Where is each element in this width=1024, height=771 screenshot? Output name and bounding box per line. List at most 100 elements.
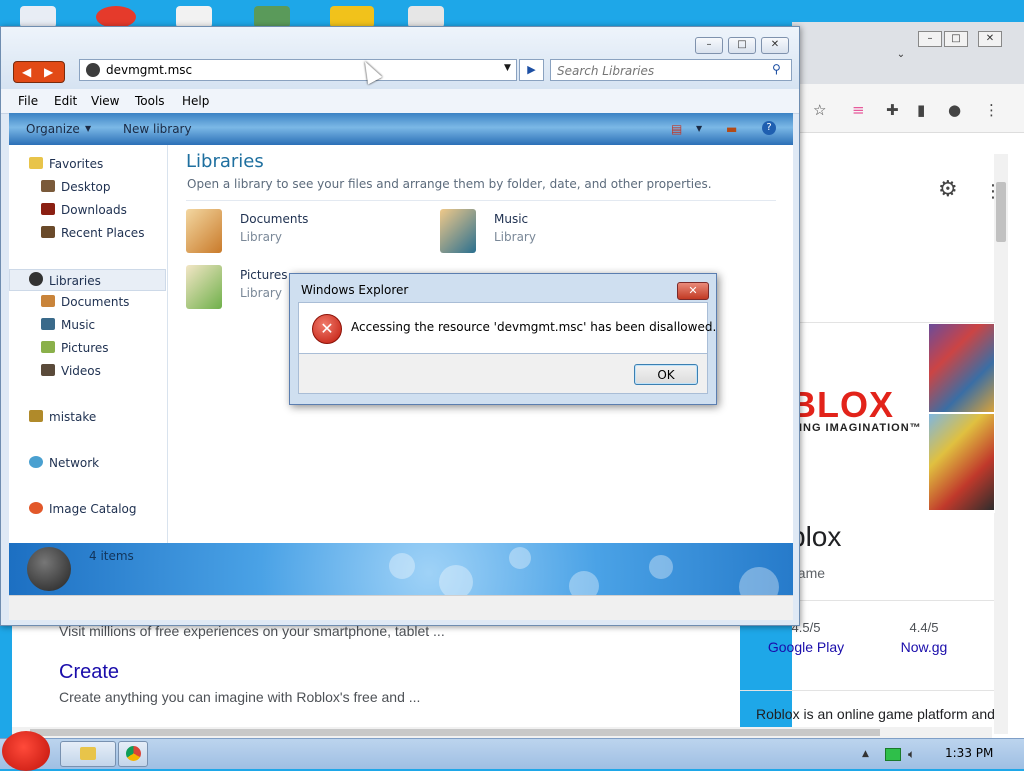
forward-arrow-icon[interactable]: ▶ xyxy=(44,65,53,79)
library-name: Documents xyxy=(240,212,309,226)
menu-file[interactable]: File xyxy=(18,94,38,108)
view-options-icon[interactable]: ▤ xyxy=(671,122,682,136)
menu-help[interactable]: Help xyxy=(182,94,209,108)
horizontal-scroll-thumb[interactable] xyxy=(30,729,880,736)
back-forward-buttons[interactable]: ◀ ▶ xyxy=(13,61,65,83)
view-dropdown-icon[interactable]: ▼ xyxy=(696,124,702,133)
chrome-menu-icon[interactable]: ⋮ xyxy=(984,102,999,118)
taskbar-chrome-button[interactable] xyxy=(118,741,148,767)
roblox-image-2[interactable] xyxy=(929,414,994,510)
nav-label: mistake xyxy=(49,410,97,424)
nav-label: Downloads xyxy=(61,203,127,217)
network-tray-icon[interactable] xyxy=(885,748,901,761)
address-text[interactable]: devmgmt.msc xyxy=(106,63,192,77)
new-library-button[interactable]: New library xyxy=(123,122,192,136)
items-count: 4 items xyxy=(89,549,134,563)
address-dropdown-icon[interactable]: ▼ xyxy=(504,63,511,73)
nav-favorites[interactable]: Favorites xyxy=(29,157,103,171)
search-box[interactable]: ⚲ xyxy=(550,59,792,81)
close-button[interactable]: ✕ xyxy=(761,37,789,54)
side-panel-icon[interactable]: ▮ xyxy=(917,102,925,118)
status-bar xyxy=(9,595,793,620)
roblox-image-1[interactable] xyxy=(929,324,994,412)
show-hidden-icons[interactable]: ▲ xyxy=(862,747,869,761)
puzzle-icon[interactable]: ✚ xyxy=(886,102,899,118)
menu-bar: File Edit View Tools Help xyxy=(1,89,799,114)
nav-music[interactable]: Music xyxy=(41,318,95,332)
rating-score: 4.4/5 xyxy=(909,620,939,635)
shield-desktop-icon[interactable] xyxy=(254,6,290,28)
library-documents[interactable]: Documents Library xyxy=(186,207,426,257)
chrome-dropdown-icon[interactable]: ⌄ xyxy=(890,48,912,62)
page-title: Libraries xyxy=(186,151,264,172)
back-arrow-icon[interactable]: ◀ xyxy=(22,65,31,79)
minimize-button[interactable]: – xyxy=(695,37,723,54)
folder-icon xyxy=(80,747,96,760)
settings-gear-icon[interactable]: ⚙ xyxy=(938,179,958,201)
chrome-maximize-button[interactable]: □ xyxy=(944,31,968,47)
menu-tools[interactable]: Tools xyxy=(135,94,165,108)
chrome-desktop-icon[interactable] xyxy=(96,6,136,28)
library-music[interactable]: Music Library xyxy=(440,207,680,257)
chrome-scroll-thumb[interactable] xyxy=(996,182,1006,242)
volume-icon[interactable]: 🔈︎ xyxy=(908,747,915,761)
rating-source-link[interactable]: Now.gg xyxy=(879,639,969,655)
clock[interactable]: 1:33 PM xyxy=(945,746,993,760)
nav-libraries[interactable]: Libraries xyxy=(29,272,101,288)
extension-flag-icon[interactable]: ≡ xyxy=(852,102,865,118)
nav-documents[interactable]: Documents xyxy=(41,295,129,309)
bookmark-star-icon[interactable]: ☆ xyxy=(813,102,826,118)
library-type: Library xyxy=(494,230,536,244)
search-input[interactable] xyxy=(555,61,769,81)
nav-recent-places[interactable]: Recent Places xyxy=(41,226,144,240)
desktop-icon-5[interactable] xyxy=(330,6,374,28)
nav-label: Libraries xyxy=(49,274,101,288)
nav-desktop[interactable]: Desktop xyxy=(41,180,111,194)
result-snippet: Create anything you can imagine with Rob… xyxy=(59,689,421,705)
dialog-body: ✕ Accessing the resource 'devmgmt.msc' h… xyxy=(298,302,716,354)
address-bar[interactable]: devmgmt.msc ▼ xyxy=(79,59,517,81)
rating-source-link[interactable]: Google Play xyxy=(761,639,851,655)
header-divider xyxy=(186,200,776,201)
organize-dropdown-icon[interactable]: ▼ xyxy=(85,124,91,133)
go-arrow-icon[interactable]: ▶ xyxy=(519,59,544,81)
pictures-library-icon xyxy=(186,265,222,309)
nav-label: Music xyxy=(61,318,96,332)
nav-videos[interactable]: Videos xyxy=(41,364,101,378)
library-type: Library xyxy=(240,230,282,244)
nav-downloads[interactable]: Downloads xyxy=(41,203,127,217)
help-icon[interactable]: ? xyxy=(762,121,776,135)
nav-label: Recent Places xyxy=(61,226,145,240)
organize-button[interactable]: Organize xyxy=(26,122,80,136)
chrome-minimize-button[interactable]: – xyxy=(918,31,942,47)
desktop-icon-3[interactable] xyxy=(176,6,212,28)
library-name: Music xyxy=(494,212,529,226)
decor-bubble xyxy=(509,547,531,569)
taskbar: ▲ 🔈︎ 1:33 PM xyxy=(0,731,1024,771)
result-link-create[interactable]: Create xyxy=(59,661,119,684)
desktop-icon-6[interactable] xyxy=(408,6,444,28)
nav-mistake[interactable]: mistake xyxy=(29,410,96,424)
desktop-icon-1[interactable] xyxy=(20,6,56,28)
dialog-close-button[interactable]: ✕ xyxy=(677,282,709,300)
library-name: Pictures xyxy=(240,268,288,282)
page-description: Open a library to see your files and arr… xyxy=(187,177,712,191)
dialog-message: Accessing the resource 'devmgmt.msc' has… xyxy=(351,320,717,334)
menu-edit[interactable]: Edit xyxy=(54,94,77,108)
maximize-button[interactable]: □ xyxy=(728,37,756,54)
preview-pane-icon[interactable]: ▬ xyxy=(726,122,737,136)
start-button-angry-bird-icon[interactable] xyxy=(2,731,50,771)
nav-label: Network xyxy=(49,456,100,470)
nav-image-catalog[interactable]: Image Catalog xyxy=(29,502,136,516)
nav-pictures[interactable]: Pictures xyxy=(41,341,109,355)
search-icon[interactable]: ⚲ xyxy=(772,62,781,76)
nav-network[interactable]: Network xyxy=(29,456,99,470)
decor-bubble xyxy=(649,555,673,579)
profile-avatar-icon[interactable]: ● xyxy=(948,102,961,118)
ok-button[interactable]: OK xyxy=(634,364,698,385)
chrome-close-button[interactable]: ✕ xyxy=(978,31,1002,47)
menu-view[interactable]: View xyxy=(91,94,119,108)
star-icon xyxy=(29,157,43,169)
taskbar-explorer-button[interactable] xyxy=(60,741,116,767)
roblox-tagline: RING IMAGINATION™ xyxy=(790,422,922,434)
